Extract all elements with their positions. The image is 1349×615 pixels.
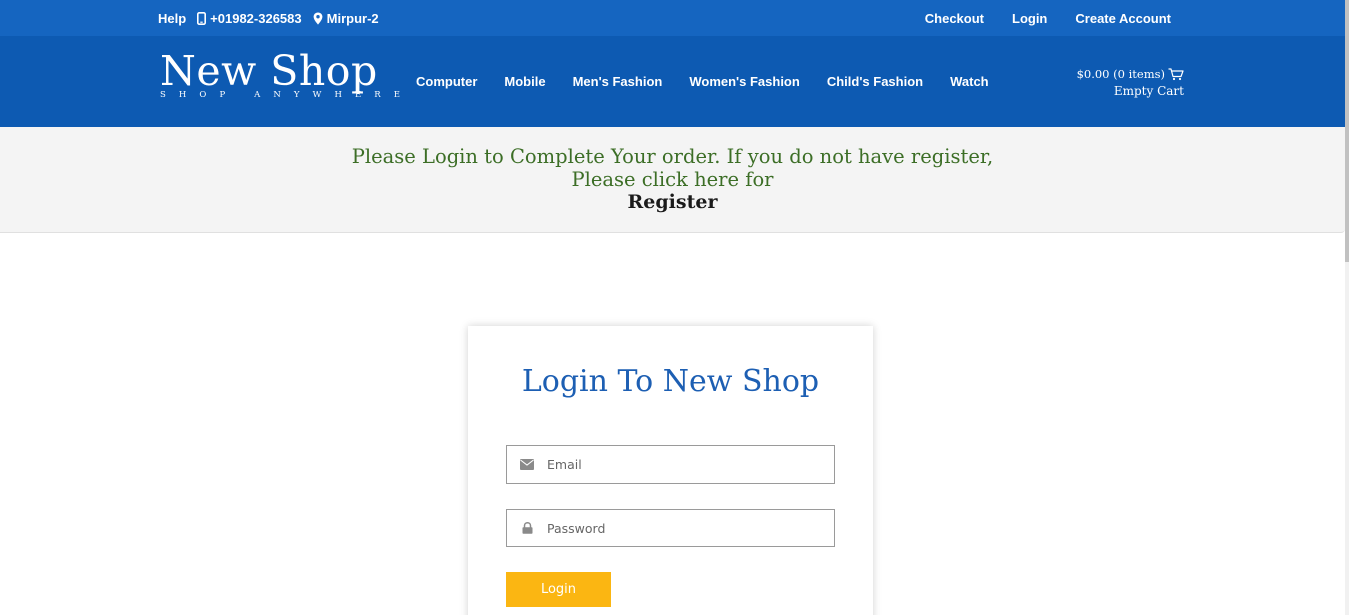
page-scrollbar[interactable] [1345, 0, 1349, 615]
map-marker-icon [313, 12, 323, 25]
login-title: Login To New Shop [521, 364, 820, 399]
location-name: Mirpur-2 [326, 10, 379, 26]
email-input[interactable] [547, 446, 834, 483]
notice-message: Please Login to Complete Your order. If … [0, 145, 1345, 191]
phone-info: +01982-326583 [197, 10, 302, 26]
checkout-link[interactable]: Checkout [925, 11, 984, 26]
register-link[interactable]: Register [628, 191, 718, 213]
shopping-cart-icon[interactable] [1168, 67, 1184, 81]
logo-tagline: SHOP ANYWHERE [160, 90, 414, 100]
logo-name[interactable]: New Shop [160, 48, 380, 94]
login-button[interactable]: Login [506, 572, 611, 607]
envelope-icon [507, 459, 547, 470]
nav-item-mobile[interactable]: Mobile [504, 74, 545, 89]
location-info: Mirpur-2 [313, 11, 379, 26]
notice-line-2: Please click here for [571, 168, 774, 191]
account-links: Checkout Login Create Account [897, 0, 1171, 36]
nav-item-computer[interactable]: Computer [416, 74, 477, 89]
nav-item-childs-fashion[interactable]: Child's Fashion [827, 74, 923, 89]
email-field[interactable] [506, 445, 835, 484]
login-link[interactable]: Login [1012, 11, 1047, 26]
top-bar-contact: Help +01982-326583 Mirpur-2 [158, 0, 390, 36]
page: Help +01982-326583 Mirpur-2 Checkout Log… [0, 0, 1349, 615]
help-link[interactable]: Help [158, 11, 186, 26]
notice-line-1: Please Login to Complete Your order. If … [351, 145, 994, 168]
nav-item-watch[interactable]: Watch [950, 74, 989, 89]
cart-total[interactable]: $0.00 (0 items) [1077, 67, 1165, 81]
cart-total-row[interactable]: $0.00 (0 items) [1077, 67, 1184, 81]
cart-status[interactable]: Empty Cart [1077, 84, 1184, 98]
help-label[interactable]: Help [158, 11, 186, 26]
password-field[interactable] [506, 509, 835, 547]
logo[interactable]: New Shop SHOP ANYWHERE [160, 48, 414, 100]
main-nav: Computer Mobile Men's Fashion Women's Fa… [416, 36, 1016, 127]
cart-summary[interactable]: $0.00 (0 items) Empty Cart [1077, 67, 1184, 98]
main-header: New Shop SHOP ANYWHERE Computer Mobile M… [0, 36, 1345, 127]
login-card: Login To New Shop Login [468, 326, 873, 615]
top-bar: Help +01982-326583 Mirpur-2 Checkout Log… [0, 0, 1345, 36]
nav-item-womens-fashion[interactable]: Women's Fashion [689, 74, 799, 89]
phone-number: +01982-326583 [210, 10, 302, 26]
mobile-phone-icon [197, 11, 207, 25]
scrollbar-thumb[interactable] [1345, 0, 1349, 262]
lock-icon [507, 522, 547, 534]
nav-item-mens-fashion[interactable]: Men's Fashion [573, 74, 663, 89]
login-notice: Please Login to Complete Your order. If … [0, 127, 1345, 233]
create-account-link[interactable]: Create Account [1075, 11, 1171, 26]
password-input[interactable] [547, 510, 834, 546]
